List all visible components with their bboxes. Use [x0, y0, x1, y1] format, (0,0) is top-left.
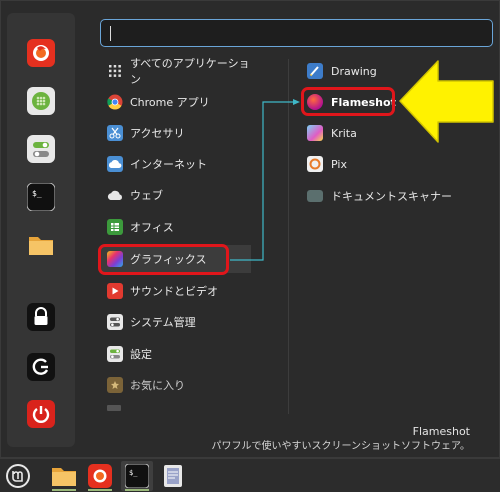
mint-menu-icon[interactable] [2, 461, 34, 491]
app-description-text: パワフルで使いやすいスクリーンショットソフトウェア。 [211, 441, 471, 452]
folder-icon[interactable] [48, 461, 80, 491]
text-editor-icon[interactable] [157, 461, 189, 491]
yellow-pointer-arrow [399, 60, 494, 143]
application-menu: $_ すべてのアプリケーション Chrome アプリ アクセサリ インターネット… [0, 0, 500, 458]
connector-arrowhead [293, 99, 300, 105]
terminal-icon[interactable]: $_ [121, 461, 153, 491]
firefox-icon[interactable] [84, 461, 116, 491]
taskbar: $_ [0, 458, 500, 492]
annotation-overlay [230, 60, 494, 261]
svg-text:$_: $_ [129, 469, 138, 477]
connector-line [230, 101, 293, 261]
